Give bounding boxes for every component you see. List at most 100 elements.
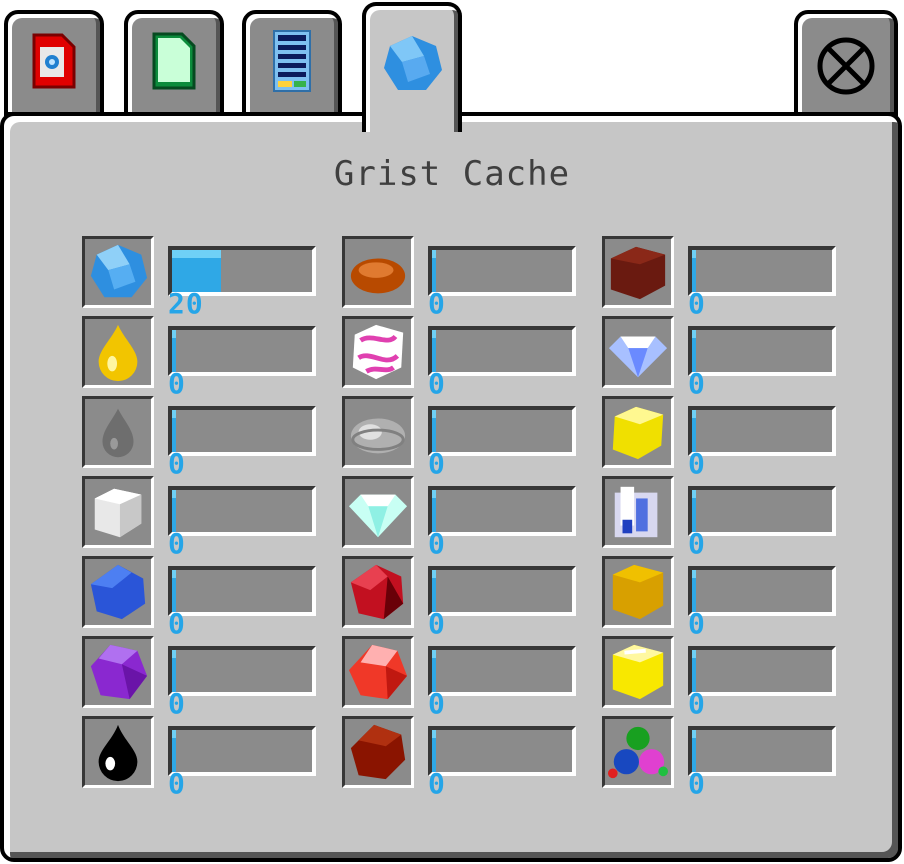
grist-bar-fill bbox=[692, 650, 696, 692]
grist-slot[interactable] bbox=[82, 556, 154, 628]
grist-entry-tar: 0 bbox=[82, 716, 342, 800]
grist-bar-fill bbox=[432, 410, 436, 452]
uranium-grist-icon bbox=[612, 564, 664, 620]
grist-bar-fill bbox=[692, 490, 696, 532]
grist-bar bbox=[168, 726, 316, 776]
caulk-grist-icon bbox=[350, 258, 406, 294]
grist-amount: 0 bbox=[428, 527, 446, 560]
tab-tower[interactable] bbox=[242, 10, 342, 116]
grist-slot[interactable] bbox=[82, 476, 154, 548]
grist-bar-fill bbox=[172, 650, 176, 692]
cobalt-grist-icon bbox=[90, 564, 146, 620]
building-icon bbox=[272, 29, 312, 97]
grist-amount: 0 bbox=[688, 367, 706, 400]
grist-bar bbox=[688, 566, 836, 616]
grist-amount: 0 bbox=[688, 447, 706, 480]
grist-entry-quartz: 0 bbox=[602, 476, 862, 558]
grist-slot[interactable] bbox=[342, 396, 414, 468]
grist-bar bbox=[688, 246, 836, 296]
grist-bar-fill bbox=[432, 730, 436, 772]
grist-slot[interactable] bbox=[342, 556, 414, 628]
amethyst-grist-icon bbox=[90, 644, 148, 700]
grist-slot[interactable] bbox=[342, 316, 414, 388]
grist-bar bbox=[428, 646, 576, 696]
grist-amount: 0 bbox=[428, 287, 446, 320]
tab-sylladex[interactable] bbox=[124, 10, 224, 116]
page-title: Grist Cache bbox=[333, 154, 571, 194]
quartz-grist-icon bbox=[614, 486, 658, 538]
grist-bar bbox=[428, 326, 576, 376]
grist-slot[interactable] bbox=[602, 716, 674, 788]
grist-slot[interactable] bbox=[82, 316, 154, 388]
grist-amount: 0 bbox=[428, 367, 446, 400]
green-document-icon bbox=[152, 32, 196, 94]
grist-slot[interactable] bbox=[602, 396, 674, 468]
grist-bar-fill bbox=[692, 330, 696, 372]
grist-bar bbox=[428, 726, 576, 776]
grist-amount: 0 bbox=[688, 287, 706, 320]
grist-entry-artifact: 0 bbox=[82, 396, 342, 480]
grist-slot[interactable] bbox=[342, 716, 414, 788]
grist-amount: 20 bbox=[168, 287, 204, 320]
tab-grist-cache[interactable] bbox=[362, 2, 462, 132]
grist-entry-caulk: 0 bbox=[342, 236, 602, 320]
grist-slot[interactable] bbox=[602, 236, 674, 308]
grist-bar-fill bbox=[692, 410, 696, 452]
grist-bar bbox=[168, 566, 316, 616]
artifact-grist-icon bbox=[102, 408, 134, 458]
ruby-grist-icon bbox=[348, 644, 408, 700]
grist-entry-diamond: 0 bbox=[342, 476, 602, 560]
grist-entry-cobalt: 0 bbox=[82, 556, 342, 640]
red-document-icon bbox=[32, 33, 76, 93]
grist-entry-rust: 0 bbox=[602, 236, 862, 320]
grist-slot[interactable] bbox=[82, 396, 154, 468]
grist-slot[interactable] bbox=[82, 236, 154, 308]
sulfur-grist-icon bbox=[612, 406, 664, 460]
grist-amount: 0 bbox=[428, 607, 446, 640]
grist-slot[interactable] bbox=[602, 636, 674, 708]
grist-bar bbox=[428, 406, 576, 456]
grist-entry-zillium: 0 bbox=[602, 636, 862, 718]
tab-captchalogue[interactable] bbox=[4, 10, 104, 116]
grist-bar-fill bbox=[172, 730, 176, 772]
grist-bar bbox=[688, 486, 836, 536]
grist-slot[interactable] bbox=[602, 476, 674, 548]
grist-bar bbox=[688, 406, 836, 456]
grist-amount: 0 bbox=[428, 767, 446, 800]
grist-entry-sulfur: 0 bbox=[602, 396, 862, 480]
grist-bar bbox=[688, 646, 836, 696]
grist-bar-fill bbox=[432, 570, 436, 612]
grist-entry-marble: 0 bbox=[342, 316, 602, 400]
grist-bar-fill bbox=[172, 250, 221, 292]
grist-amount: 0 bbox=[168, 447, 186, 480]
grist-amount: 0 bbox=[428, 687, 446, 720]
grist-bar bbox=[428, 246, 576, 296]
build-grist-icon bbox=[380, 32, 444, 100]
grist-amount: 0 bbox=[168, 527, 186, 560]
diamond-grist-icon bbox=[348, 494, 408, 538]
grist-slot[interactable] bbox=[602, 556, 674, 628]
close-tab[interactable] bbox=[794, 10, 898, 116]
grist-slot[interactable] bbox=[82, 636, 154, 708]
mercury-grist-icon bbox=[608, 336, 668, 378]
tar-grist-icon bbox=[98, 724, 138, 782]
grist-amount: 0 bbox=[168, 767, 186, 800]
grist-bar-fill bbox=[432, 650, 436, 692]
grist-bar-fill bbox=[692, 250, 696, 292]
grist-bar-fill bbox=[432, 250, 436, 292]
grist-slot[interactable] bbox=[602, 316, 674, 388]
grist-entry-amber: 0 bbox=[82, 316, 342, 398]
grist-amount: 0 bbox=[168, 687, 186, 720]
grist-slot[interactable] bbox=[342, 476, 414, 548]
amber-grist-icon bbox=[98, 324, 138, 382]
grist-amount: 0 bbox=[688, 607, 706, 640]
grist-bar bbox=[688, 326, 836, 376]
grist-slot[interactable] bbox=[342, 636, 414, 708]
grist-bar-fill bbox=[432, 490, 436, 532]
grist-bar-fill bbox=[692, 730, 696, 772]
grist-bar bbox=[428, 566, 576, 616]
grist-slot[interactable] bbox=[342, 236, 414, 308]
grist-slot[interactable] bbox=[82, 716, 154, 788]
grist-amount: 0 bbox=[168, 607, 186, 640]
grist-bar bbox=[168, 646, 316, 696]
